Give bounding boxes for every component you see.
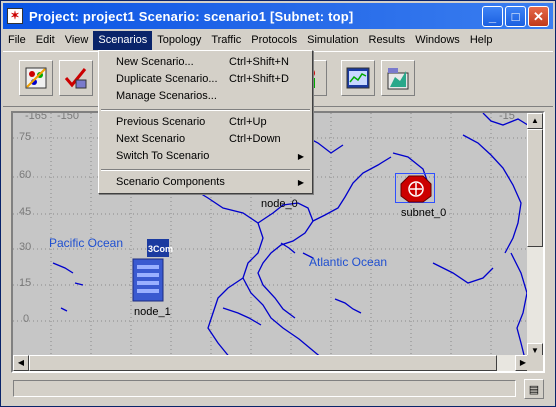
- lat-label-60: 60: [19, 169, 32, 181]
- lat-label-0: 0: [23, 313, 30, 325]
- pacific-ocean-label: Pacific Ocean: [49, 236, 124, 250]
- atlantic-ocean-label: Atlantic Ocean: [309, 255, 388, 269]
- close-button[interactable]: ✕: [528, 6, 549, 27]
- status-bar: [13, 380, 516, 397]
- node-0-label: node_0: [261, 198, 298, 210]
- menu-item-new-scenario[interactable]: New Scenario... Ctrl+Shift+N: [99, 54, 312, 71]
- vertical-scroll-thumb[interactable]: [527, 129, 543, 247]
- menu-edit[interactable]: Edit: [31, 31, 60, 50]
- maximize-button[interactable]: □: [505, 6, 526, 27]
- vertical-scrollbar[interactable]: ▲ ▼: [527, 113, 543, 359]
- menu-simulation[interactable]: Simulation: [302, 31, 363, 50]
- horizontal-scrollbar[interactable]: ◀ ▶: [13, 355, 531, 371]
- menu-item-next-scenario[interactable]: Next Scenario Ctrl+Down: [99, 131, 312, 148]
- view-results-button[interactable]: [341, 60, 375, 96]
- object-palette-button[interactable]: [19, 60, 53, 96]
- menu-item-previous-scenario[interactable]: Previous Scenario Ctrl+Up: [99, 114, 312, 131]
- minimize-button[interactable]: _: [482, 6, 503, 27]
- node-1-label: node_1: [134, 306, 171, 318]
- analysis-panel-button[interactable]: [381, 60, 415, 96]
- lat-label-45: 45: [19, 206, 32, 218]
- menu-separator: [101, 169, 310, 171]
- menu-item-manage-scenarios[interactable]: Manage Scenarios...: [99, 88, 312, 105]
- menu-topology[interactable]: Topology: [152, 31, 206, 50]
- message-log-icon[interactable]: ▤: [524, 379, 544, 399]
- menu-bar: File Edit View Scenarios Topology Traffi…: [3, 31, 553, 50]
- menu-windows[interactable]: Windows: [410, 31, 465, 50]
- lon-label-150: -150: [57, 113, 80, 122]
- object-palette-icon: [25, 67, 47, 89]
- node-1[interactable]: 3Com: [129, 239, 173, 303]
- menu-traffic[interactable]: Traffic: [206, 31, 246, 50]
- menu-help[interactable]: Help: [465, 31, 498, 50]
- app-window: ✶ Project: project1 Scenario: scenario1 …: [0, 0, 556, 407]
- subnet-icon: [400, 175, 432, 203]
- menu-separator: [101, 109, 310, 111]
- scroll-up-arrow-icon[interactable]: ▲: [527, 113, 543, 129]
- horizontal-scroll-thumb[interactable]: [29, 355, 497, 371]
- subnet-0-label: subnet_0: [401, 207, 447, 219]
- menu-scenarios[interactable]: Scenarios: [93, 31, 153, 50]
- lat-label-75: 75: [19, 131, 32, 143]
- lat-label-30: 30: [19, 241, 32, 253]
- menu-item-scenario-components[interactable]: Scenario Components ▶: [99, 174, 312, 191]
- menu-results[interactable]: Results: [364, 31, 411, 50]
- submenu-arrow-icon: ▶: [297, 178, 304, 187]
- analysis-panel-icon: [387, 68, 409, 90]
- menu-item-switch-to-scenario[interactable]: Switch To Scenario ▶: [99, 148, 312, 165]
- menu-protocols[interactable]: Protocols: [246, 31, 302, 50]
- view-results-icon: [346, 67, 370, 89]
- scroll-left-arrow-icon[interactable]: ◀: [13, 355, 29, 371]
- app-star-icon[interactable]: ✶: [7, 8, 23, 24]
- subnet-0[interactable]: [395, 173, 435, 203]
- scenarios-menu: New Scenario... Ctrl+Shift+N Duplicate S…: [98, 50, 313, 194]
- menu-view[interactable]: View: [60, 31, 94, 50]
- scroll-corner: [527, 355, 543, 371]
- lon-label-15: -15: [499, 113, 515, 122]
- submenu-arrow-icon: ▶: [297, 152, 304, 161]
- lat-label-15: 15: [19, 277, 32, 289]
- lon-label-165: -165: [25, 113, 48, 122]
- menu-item-duplicate-scenario[interactable]: Duplicate Scenario... Ctrl+Shift+D: [99, 71, 312, 88]
- title-bar[interactable]: ✶ Project: project1 Scenario: scenario1 …: [3, 3, 553, 29]
- menu-file[interactable]: File: [3, 31, 31, 50]
- server-3com-badge: 3Com: [148, 244, 174, 254]
- verify-links-button[interactable]: [59, 60, 93, 96]
- verify-links-icon: [64, 68, 87, 89]
- window-title: Project: project1 Scenario: scenario1 [S…: [29, 8, 354, 24]
